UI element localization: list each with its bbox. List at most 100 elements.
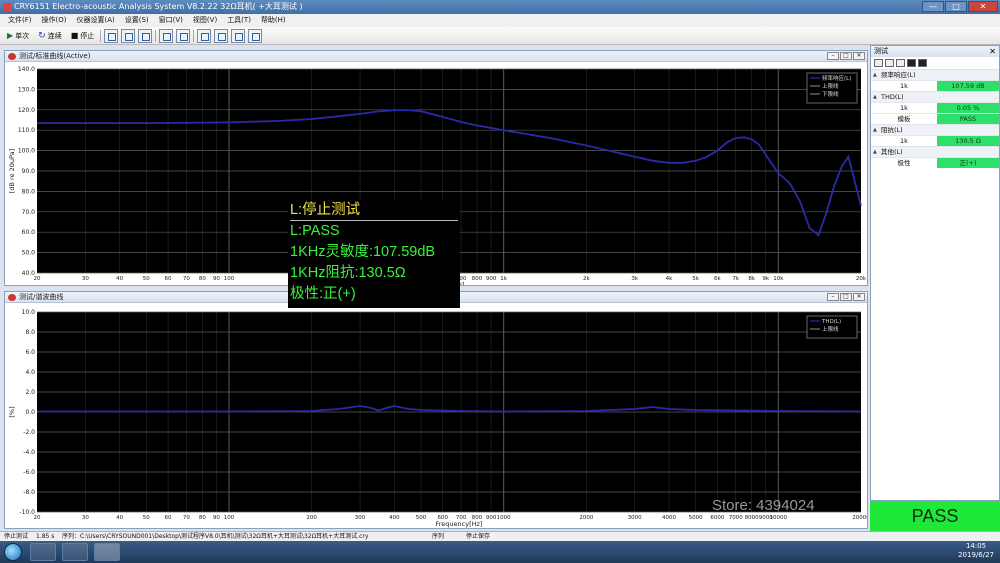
overlay-pass: L:PASS — [290, 223, 340, 239]
panel-minimize-button[interactable]: – — [827, 52, 839, 60]
panel-icon — [8, 294, 16, 301]
close-button[interactable]: ✕ — [968, 1, 998, 12]
panel-close-button[interactable]: ✕ — [853, 293, 865, 301]
panel-minimize-button[interactable]: – — [827, 293, 839, 301]
result-overlay: L:停止测试 L:PASS 1KHz灵敏度:107.59dB 1KHz阻抗:13… — [288, 200, 460, 308]
result-key: 1k — [900, 137, 908, 145]
save-file-icon[interactable] — [176, 28, 191, 43]
app-window: CRY6151 Electro-acoustic Analysis System… — [0, 0, 1000, 563]
overlay-impedance: 1KHz阻抗:130.5Ω — [290, 265, 406, 281]
window-title: CRY6151 Electro-acoustic Analysis System… — [14, 2, 303, 11]
x-tick-label: 80 — [199, 276, 206, 282]
legend-label: THD(L) — [821, 319, 841, 325]
y-tick-label: 120.0 — [18, 107, 35, 114]
x-tick-label: 8000 — [745, 515, 759, 521]
toolbar-separator — [100, 29, 102, 42]
x-tick-label: 5000 — [689, 515, 703, 521]
expand-icon[interactable] — [907, 59, 916, 67]
taskbar-app-icon[interactable] — [94, 543, 120, 561]
x-tick-label: 50 — [143, 276, 150, 282]
open-file-icon[interactable] — [159, 28, 174, 43]
menu-file[interactable]: 文件(F) — [8, 14, 32, 27]
collapse-icon[interactable] — [918, 59, 927, 67]
result-row: 1k 107.59 dB — [871, 80, 999, 91]
x-tick-label: 200 — [306, 515, 317, 521]
result-row: 模板 PASS — [871, 113, 999, 124]
x-tick-label: 1000 — [497, 515, 511, 521]
x-tick-label: 60 — [165, 515, 172, 521]
taskbar-folder-icon[interactable] — [62, 543, 88, 561]
result-panel-close-button[interactable]: ✕ — [989, 46, 996, 57]
y-tick-label: 130.0 — [18, 86, 35, 93]
y-tick-label: 10.0 — [22, 309, 36, 316]
x-axis-label: Frequency[Hz] — [436, 520, 483, 528]
thd-panel: 测试/谐波曲线 – □ ✕ -10.0 -8.0 -6.0 -4.0 -2.0 0.0 2.… — [4, 291, 868, 529]
calibrate-icon[interactable] — [121, 28, 136, 43]
thd-chart[interactable]: -10.0-8.0-6.0-4.0-2.00.02.04.06.08.010.0… — [5, 303, 867, 528]
menu-bar: 文件(F) 操作(O) 仪器设置(A) 设置(S) 窗口(V) 视图(V) 工具… — [0, 14, 1000, 27]
panel-title: 测试/谐波曲线 — [19, 293, 64, 301]
menu-view[interactable]: 视图(V) — [193, 14, 217, 27]
menu-tools[interactable]: 工具(T) — [227, 14, 251, 27]
clock-date: 2019/6/27 — [958, 551, 994, 559]
remove-icon[interactable] — [896, 59, 905, 67]
result-group-title[interactable]: 其他(L) — [871, 146, 999, 158]
x-tick-label: 3k — [631, 276, 638, 282]
x-tick-label: 3000 — [628, 515, 642, 521]
stop-test-button[interactable]: ■ 停止 — [68, 29, 98, 43]
y-tick-label: 140.0 — [18, 66, 35, 73]
menu-operate[interactable]: 操作(O) — [42, 14, 67, 27]
add-icon[interactable] — [885, 59, 894, 67]
limit-icon[interactable] — [138, 28, 153, 43]
x-tick-label: 20 — [34, 515, 41, 521]
result-key: 模板 — [897, 115, 911, 123]
result-key: 极性 — [897, 159, 911, 167]
result-group-title[interactable]: THD(L) — [871, 91, 999, 103]
menu-settings[interactable]: 设置(S) — [125, 14, 149, 27]
y-tick-label: 60.0 — [22, 229, 36, 236]
result-panel-toolbar — [871, 57, 999, 69]
menu-window[interactable]: 窗口(V) — [159, 14, 183, 27]
legend-label: 下限线 — [822, 90, 839, 98]
y-tick-label: 6.0 — [25, 349, 35, 356]
system-clock[interactable]: 14:05 2019/6/27 — [958, 542, 994, 560]
result-value: 130.5 Ω — [937, 136, 999, 146]
minimize-button[interactable]: — — [922, 1, 944, 12]
x-tick-label: 4k — [666, 276, 673, 282]
x-tick-label: 90 — [213, 515, 220, 521]
pass-indicator: PASS — [870, 501, 1000, 531]
panel-close-button[interactable]: ✕ — [853, 52, 865, 60]
graph-icon[interactable] — [214, 28, 229, 43]
x-tick-label: 80 — [199, 515, 206, 521]
result-panel-title: 测试 — [874, 47, 888, 55]
result-group-title[interactable]: 频率响应(L) — [871, 69, 999, 81]
panel-maximize-button[interactable]: □ — [840, 52, 852, 60]
start-button[interactable] — [4, 543, 22, 561]
panel-maximize-button[interactable]: □ — [840, 293, 852, 301]
continuous-test-button[interactable]: ↻ 连续 — [35, 29, 65, 43]
y-tick-label: 90.0 — [22, 168, 36, 175]
config-icon[interactable] — [104, 28, 119, 43]
y-tick-label: 8.0 — [25, 329, 35, 336]
y-tick-label: 4.0 — [25, 369, 35, 376]
grid-view-icon[interactable] — [874, 59, 883, 67]
watermark: Store: 4394024 — [712, 497, 815, 514]
taskbar-ie-icon[interactable] — [30, 543, 56, 561]
overlay-polarity: 极性:正(+) — [290, 286, 356, 302]
result-value: 0.05 % — [937, 103, 999, 113]
menu-help[interactable]: 帮助(H) — [261, 14, 286, 27]
x-tick-label: 9k — [762, 276, 769, 282]
x-tick-label: 7k — [732, 276, 739, 282]
maximize-button[interactable]: □ — [945, 1, 967, 12]
table-icon[interactable] — [231, 28, 246, 43]
panel-icon — [8, 53, 16, 60]
x-tick-label: 50 — [143, 515, 150, 521]
result-row: 1k 130.5 Ω — [871, 135, 999, 146]
single-test-button[interactable]: ▶ 单次 — [4, 29, 32, 43]
menu-instrument[interactable]: 仪器设置(A) — [76, 14, 114, 27]
y-axis-label: [%] — [8, 406, 16, 417]
cursor-icon[interactable] — [248, 28, 263, 43]
result-group-title[interactable]: 阻抗(L) — [871, 124, 999, 136]
result-group-thd: THD(L) 1k 0.05 % 模板 PASS — [871, 91, 999, 124]
window-layout-icon[interactable] — [197, 28, 212, 43]
